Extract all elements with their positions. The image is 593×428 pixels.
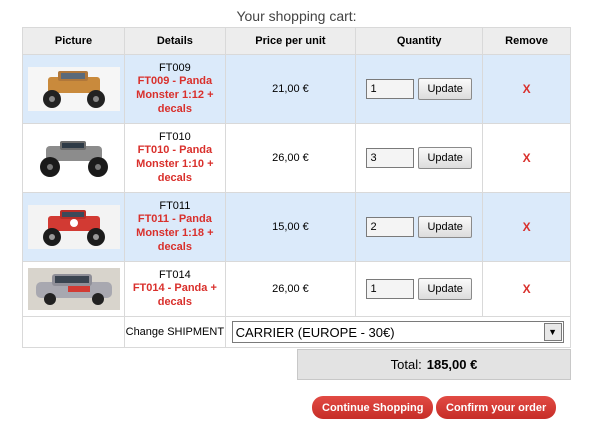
quantity-input[interactable]	[366, 148, 415, 168]
product-details-cell: FT010 FT010 - Panda Monster 1:10 + decal…	[124, 123, 226, 193]
quantity-input[interactable]	[366, 279, 415, 299]
quantity-input[interactable]	[366, 217, 415, 237]
price-cell: 26,00 €	[224, 261, 357, 317]
table-row: FT010 FT010 - Panda Monster 1:10 + decal…	[21, 123, 571, 193]
product-picture-cell	[21, 192, 126, 262]
product-details-cell: FT011 FT011 - Panda Monster 1:18 + decal…	[124, 192, 226, 262]
product-code: FT010	[158, 131, 191, 143]
shipment-select-cell: CARRIER (EUROPE - 30€) ▼	[224, 316, 572, 348]
update-button[interactable]: Update	[418, 278, 472, 300]
header-remove: Remove	[482, 27, 571, 55]
table-row: FT011 FT011 - Panda Monster 1:18 + decal…	[21, 192, 571, 262]
table-row: FT009 FT009 - Panda Monster 1:12 + decal…	[21, 54, 571, 124]
product-picture-cell	[21, 261, 126, 317]
remove-cell: X	[482, 261, 571, 317]
product-name-link[interactable]: FT011 - Panda Monster 1:18 + decals	[125, 212, 225, 254]
empty-cell	[21, 316, 126, 348]
table-row: FT014 FT014 - Panda + decals 26,00 € Upd…	[21, 261, 571, 317]
table-header-row: Picture Details Price per unit Quantity …	[21, 27, 571, 55]
remove-cell: X	[482, 123, 571, 193]
product-picture-cell	[21, 54, 126, 124]
remove-cell: X	[482, 192, 571, 262]
product-name-link[interactable]: FT010 - Panda Monster 1:10 + decals	[125, 143, 225, 185]
shipment-row: Change SHIPMENT CARRIER (EUROPE - 30€) ▼	[21, 316, 572, 348]
shipment-selected-value: CARRIER (EUROPE - 30€)	[235, 324, 395, 340]
shipment-select[interactable]: CARRIER (EUROPE - 30€) ▼	[231, 321, 564, 343]
confirm-order-button[interactable]: Confirm your order	[436, 396, 557, 419]
product-code: FT009	[158, 62, 191, 74]
remove-icon[interactable]: X	[523, 220, 531, 234]
shipment-label: Change SHIPMENT	[124, 316, 226, 348]
product-image[interactable]	[27, 205, 120, 249]
product-name-link[interactable]: FT014 - Panda + decals	[125, 281, 225, 309]
product-name-link[interactable]: FT009 - Panda Monster 1:12 + decals	[125, 74, 225, 116]
remove-icon[interactable]: X	[523, 82, 531, 96]
quantity-cell: Update	[355, 123, 484, 193]
header-details: Details	[124, 27, 226, 55]
product-image[interactable]	[27, 136, 120, 180]
quantity-cell: Update	[355, 192, 484, 262]
product-picture-cell	[21, 123, 126, 193]
product-image[interactable]	[27, 67, 120, 111]
total-box: Total: 185,00 €	[297, 349, 571, 380]
page-title: Your shopping cart:	[236, 8, 357, 24]
update-button[interactable]: Update	[418, 78, 472, 100]
update-button[interactable]: Update	[418, 147, 472, 169]
quantity-input[interactable]	[366, 79, 415, 99]
header-picture: Picture	[21, 27, 126, 55]
continue-shopping-button[interactable]: Continue Shopping	[312, 396, 434, 419]
price-cell: 15,00 €	[224, 192, 357, 262]
remove-icon[interactable]: X	[523, 151, 531, 165]
product-details-cell: FT009 FT009 - Panda Monster 1:12 + decal…	[124, 54, 226, 124]
product-details-cell: FT014 FT014 - Panda + decals	[124, 261, 226, 317]
header-quantity: Quantity	[355, 27, 484, 55]
price-cell: 21,00 €	[224, 54, 357, 124]
remove-cell: X	[482, 54, 571, 124]
update-button[interactable]: Update	[418, 216, 472, 238]
quantity-cell: Update	[355, 54, 484, 124]
header-price: Price per unit	[224, 27, 357, 55]
product-code: FT011	[159, 200, 191, 212]
total-label: Total:	[390, 357, 422, 372]
remove-icon[interactable]: X	[523, 282, 531, 296]
total-amount: 185,00 €	[426, 357, 478, 372]
product-image[interactable]	[27, 268, 120, 310]
chevron-down-icon[interactable]: ▼	[543, 323, 562, 341]
quantity-cell: Update	[355, 261, 484, 317]
cart-table: Picture Details Price per unit Quantity …	[21, 27, 572, 348]
price-cell: 26,00 €	[224, 123, 357, 193]
product-code: FT014	[158, 269, 191, 281]
